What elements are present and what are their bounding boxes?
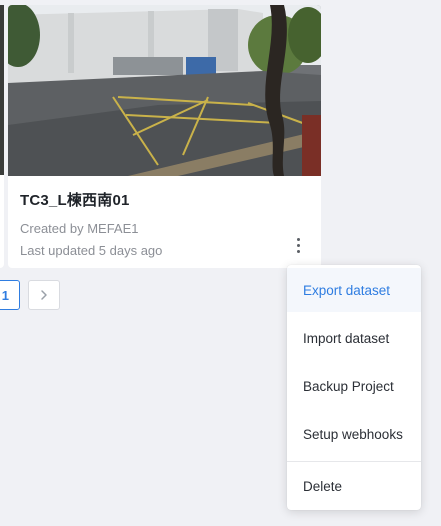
- menu-item-delete[interactable]: Delete: [287, 464, 421, 508]
- created-by-text: Created by MEFAE1: [20, 221, 139, 236]
- kebab-dot: [296, 237, 300, 241]
- menu-divider: [287, 461, 421, 462]
- project-context-menu: Export dataset Import dataset Backup Pro…: [287, 265, 421, 510]
- menu-item-setup-webhooks[interactable]: Setup webhooks: [287, 412, 421, 456]
- project-card[interactable]: TC3_L楝西南01 Created by MEFAE1 Last update…: [8, 5, 321, 268]
- kebab-dot: [296, 243, 300, 247]
- previous-card-edge: [0, 5, 4, 268]
- chevron-right-icon: [41, 290, 47, 300]
- menu-item-backup-project[interactable]: Backup Project: [287, 364, 421, 408]
- previous-card-thumbnail: [0, 5, 4, 175]
- project-thumbnail[interactable]: [8, 5, 321, 176]
- project-title[interactable]: TC3_L楝西南01: [20, 189, 130, 210]
- last-updated-text: Last updated 5 days ago: [20, 243, 163, 258]
- kebab-dot: [296, 249, 300, 253]
- menu-item-import-dataset[interactable]: Import dataset: [287, 316, 421, 360]
- menu-item-export-dataset[interactable]: Export dataset: [287, 268, 421, 312]
- pagination-page-current[interactable]: 1: [0, 280, 20, 310]
- more-vertical-icon[interactable]: [287, 232, 309, 258]
- pagination-next-button[interactable]: [28, 280, 60, 310]
